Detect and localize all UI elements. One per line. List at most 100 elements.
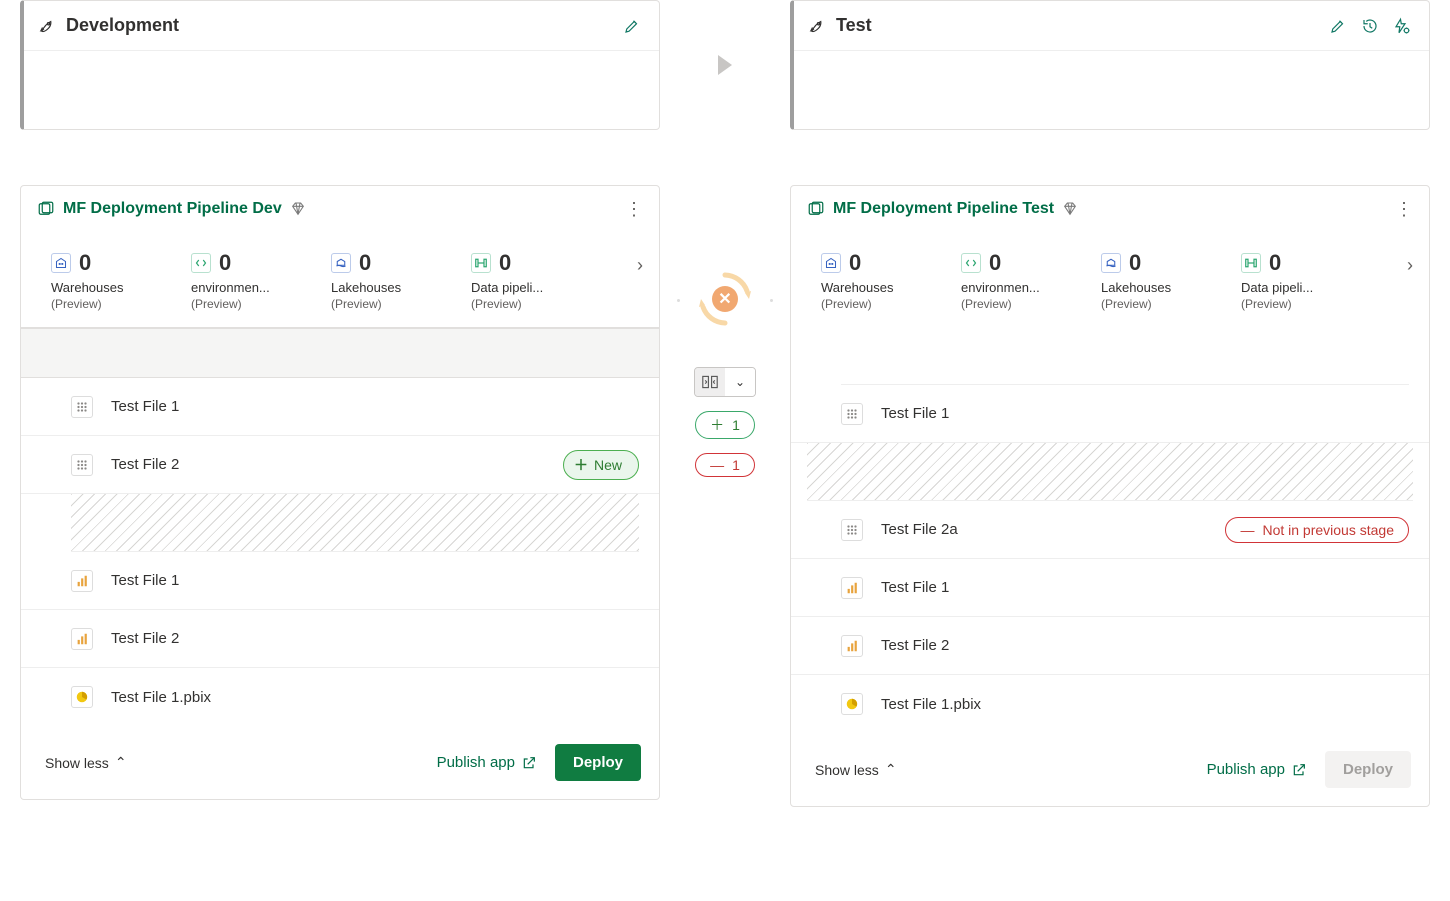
deploy-button[interactable]: Deploy <box>555 744 641 781</box>
list-item[interactable]: Test File 2 <box>791 617 1429 675</box>
list-item[interactable]: Test File 1 <box>21 378 659 436</box>
warehouse-icon <box>51 253 71 273</box>
list-item[interactable]: Test File 2 <box>21 610 659 668</box>
item-name: Test File 1 <box>881 579 949 596</box>
diamond-icon <box>290 201 306 217</box>
compare-indicator[interactable]: ✕ <box>695 269 755 329</box>
counter-lakehouse[interactable]: 0 Lakehouses (Preview) <box>331 250 451 311</box>
counter-lakehouse[interactable]: 0 Lakehouses (Preview) <box>1101 250 1221 311</box>
lakehouse-icon <box>1101 253 1121 273</box>
counter-env[interactable]: 0 environmen... (Preview) <box>191 250 311 311</box>
rocket-icon <box>38 17 56 35</box>
list-item[interactable]: Test File 1 <box>791 385 1429 443</box>
minus-icon: — <box>1240 522 1254 538</box>
item-name: Test File 2 <box>881 637 949 654</box>
more-menu-icon[interactable]: ⋮ <box>1395 200 1413 218</box>
list-item[interactable]: Test File 1.pbix <box>791 675 1429 733</box>
counter-value: 0 <box>1269 250 1281 276</box>
counter-label: Lakehouses <box>331 280 441 295</box>
warehouse-icon <box>821 253 841 273</box>
item-name: Test File 2 <box>111 630 179 647</box>
workspace-title[interactable]: MF Deployment Pipeline Dev <box>63 200 282 218</box>
counter-preview: (Preview) <box>331 297 451 311</box>
new-badge: ＋New <box>563 450 639 480</box>
show-less-toggle[interactable]: Show less ⌃ <box>815 761 897 778</box>
counter-pipeline[interactable]: 0 Data pipeli... (Preview) <box>471 250 591 311</box>
publish-app-link[interactable]: Publish app <box>1207 761 1307 778</box>
edit-icon[interactable] <box>623 17 641 35</box>
env-icon <box>961 253 981 273</box>
dropdown-toggle[interactable]: ⌄ <box>725 368 755 396</box>
list-item[interactable]: Test File 2a—Not in previous stage <box>791 501 1429 559</box>
items-list-test: Test File 1 Test File 2a—Not in previous… <box>791 327 1429 733</box>
pbix-icon <box>841 693 863 715</box>
workspace-title[interactable]: MF Deployment Pipeline Test <box>833 200 1054 218</box>
rules-icon[interactable] <box>1393 17 1411 35</box>
item-name: Test File 1 <box>881 405 949 422</box>
list-item[interactable]: Test File 1.pbix <box>21 668 659 726</box>
workspace-icon <box>807 200 825 218</box>
counter-preview: (Preview) <box>821 297 941 311</box>
side-by-side-toggle[interactable] <box>695 368 725 396</box>
item-name: Test File 1.pbix <box>111 689 211 706</box>
report-icon <box>841 635 863 657</box>
counter-label: Data pipeli... <box>1241 280 1351 295</box>
compare-view-toggle: ⌄ <box>694 367 756 397</box>
counter-warehouse[interactable]: 0 Warehouses (Preview) <box>821 250 941 311</box>
chevron-right-icon[interactable]: › <box>637 255 643 276</box>
diamond-icon <box>1062 201 1078 217</box>
chevron-down-icon: ⌄ <box>735 375 745 389</box>
removed-count-pill[interactable]: — 1 <box>695 453 755 477</box>
item-name: Test File 1 <box>111 398 179 415</box>
counter-preview: (Preview) <box>1241 297 1361 311</box>
dataset-icon <box>841 403 863 425</box>
counter-pipeline[interactable]: 0 Data pipeli... (Preview) <box>1241 250 1361 311</box>
counter-label: Warehouses <box>821 280 931 295</box>
counter-value: 0 <box>359 250 371 276</box>
item-name: Test File 1 <box>111 572 179 589</box>
stage-title: Test <box>836 15 872 36</box>
minus-icon: — <box>710 457 724 473</box>
counter-warehouse[interactable]: 0 Warehouses (Preview) <box>51 250 171 311</box>
list-item[interactable]: Test File 2＋New <box>21 436 659 494</box>
chevron-up-icon: ⌃ <box>885 761 897 778</box>
publish-app-link[interactable]: Publish app <box>437 754 537 771</box>
rocket-icon <box>808 17 826 35</box>
history-icon[interactable] <box>1361 17 1379 35</box>
counter-preview: (Preview) <box>1101 297 1221 311</box>
edit-icon[interactable] <box>1329 17 1347 35</box>
pbix-icon <box>71 686 93 708</box>
counter-value: 0 <box>499 250 511 276</box>
counter-value: 0 <box>1129 250 1141 276</box>
counter-label: Data pipeli... <box>471 280 581 295</box>
empty-slot <box>807 443 1413 501</box>
counter-value: 0 <box>849 250 861 276</box>
dataset-icon <box>841 519 863 541</box>
items-list-dev: Test File 1 Test File 2＋New Test File 1 … <box>21 327 659 726</box>
env-icon <box>191 253 211 273</box>
workspace-card-dev: MF Deployment Pipeline Dev ⋮ 0 Warehouse… <box>20 185 660 800</box>
chevron-right-icon[interactable]: › <box>1407 255 1413 276</box>
chevron-up-icon: ⌃ <box>115 754 127 771</box>
lakehouse-icon <box>331 253 351 273</box>
empty-slot <box>71 494 639 552</box>
deploy-button[interactable]: Deploy <box>1325 751 1411 788</box>
dataset-icon <box>71 454 93 476</box>
row-spacer <box>841 327 1409 385</box>
added-count-pill[interactable]: ＋ 1 <box>695 411 755 439</box>
not-in-previous-badge: —Not in previous stage <box>1225 517 1409 543</box>
counter-label: Warehouses <box>51 280 161 295</box>
counter-label: environmen... <box>191 280 301 295</box>
counter-env[interactable]: 0 environmen... (Preview) <box>961 250 1081 311</box>
report-icon <box>71 570 93 592</box>
plus-icon: ＋ <box>710 415 724 435</box>
list-item[interactable]: Test File 1 <box>21 552 659 610</box>
stage-card-test: Test <box>790 0 1430 130</box>
list-item[interactable]: Test File 1 <box>791 559 1429 617</box>
show-less-toggle[interactable]: Show less ⌃ <box>45 754 127 771</box>
counter-value: 0 <box>219 250 231 276</box>
more-menu-icon[interactable]: ⋮ <box>625 200 643 218</box>
counter-label: Lakehouses <box>1101 280 1211 295</box>
report-icon <box>841 577 863 599</box>
counters-row: 0 Warehouses (Preview) 0 environmen... (… <box>21 232 659 327</box>
